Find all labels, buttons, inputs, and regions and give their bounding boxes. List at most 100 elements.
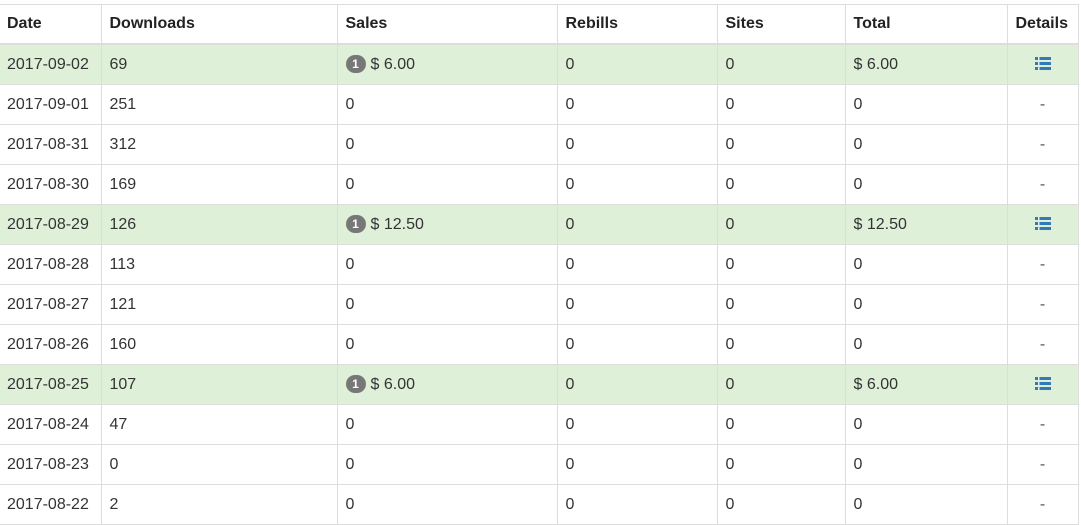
sales-value: 0 <box>345 455 355 473</box>
cell-rebills: 0 <box>556 324 718 365</box>
cell-total: $ 6.00 <box>844 43 1008 85</box>
cell-details: - <box>1006 124 1079 165</box>
table-row: 2017-08-23 0 0 0 0 0- <box>0 444 1079 485</box>
details-empty: - <box>1039 175 1046 193</box>
cell-sites: 0 <box>716 404 846 445</box>
cell-total: 0 <box>844 284 1008 325</box>
header-downloads[interactable]: Downloads <box>100 4 338 45</box>
cell-downloads: 113 <box>100 244 338 285</box>
cell-details: - <box>1006 404 1079 445</box>
cell-sales: 0 <box>336 244 558 285</box>
cell-downloads: 2 <box>100 484 338 525</box>
cell-sales: 0 <box>336 164 558 205</box>
cell-sales: 0 <box>336 404 558 445</box>
details-empty: - <box>1039 135 1046 153</box>
table-row: 2017-08-25 107 1 $ 6.00 0 0 $ 6.00 <box>0 364 1079 405</box>
cell-downloads: 0 <box>100 444 338 485</box>
sales-value: 0 <box>345 95 355 113</box>
header-date[interactable]: Date <box>0 4 102 45</box>
cell-sites: 0 <box>716 244 846 285</box>
cell-sites: 0 <box>716 484 846 525</box>
table-row: 2017-08-22 2 0 0 0 0- <box>0 484 1079 525</box>
sales-count-badge: 1 <box>345 215 366 233</box>
cell-details: - <box>1006 284 1079 325</box>
cell-rebills: 0 <box>556 404 718 445</box>
details-empty: - <box>1039 415 1046 433</box>
table-header-row: Date Downloads Sales Rebills Sites Total… <box>0 4 1079 45</box>
header-rebills[interactable]: Rebills <box>556 4 718 45</box>
cell-rebills: 0 <box>556 284 718 325</box>
cell-rebills: 0 <box>556 444 718 485</box>
header-sites[interactable]: Sites <box>716 4 846 45</box>
cell-downloads: 121 <box>100 284 338 325</box>
cell-total: 0 <box>844 124 1008 165</box>
cell-sales: 0 <box>336 324 558 365</box>
details-empty: - <box>1039 495 1046 513</box>
cell-date: 2017-08-22 <box>0 484 102 525</box>
cell-date: 2017-08-27 <box>0 284 102 325</box>
header-total[interactable]: Total <box>844 4 1008 45</box>
cell-total: 0 <box>844 404 1008 445</box>
cell-sales: 1 $ 6.00 <box>336 43 558 85</box>
cell-downloads: 107 <box>100 364 338 405</box>
cell-sales: 1 $ 6.00 <box>336 364 558 405</box>
cell-details: - <box>1006 324 1079 365</box>
cell-sites: 0 <box>716 43 846 85</box>
sales-value: $ 12.50 <box>370 216 424 233</box>
header-sales[interactable]: Sales <box>336 4 558 45</box>
cell-sales: 0 <box>336 444 558 485</box>
cell-sites: 0 <box>716 364 846 405</box>
cell-date: 2017-08-26 <box>0 324 102 365</box>
cell-details: - <box>1006 164 1079 205</box>
cell-rebills: 0 <box>556 204 718 245</box>
cell-rebills: 0 <box>556 364 718 405</box>
cell-date: 2017-08-29 <box>0 204 102 245</box>
stats-table: Date Downloads Sales Rebills Sites Total… <box>0 4 1079 525</box>
cell-total: $ 6.00 <box>844 364 1008 405</box>
list-icon[interactable] <box>1034 56 1051 73</box>
header-details: Details <box>1006 4 1079 45</box>
cell-total: $ 12.50 <box>844 204 1008 245</box>
cell-downloads: 126 <box>100 204 338 245</box>
table-row: 2017-08-28 113 0 0 0 0- <box>0 244 1079 285</box>
cell-date: 2017-08-31 <box>0 124 102 165</box>
details-empty: - <box>1039 95 1046 113</box>
cell-rebills: 0 <box>556 484 718 525</box>
cell-details <box>1006 43 1079 85</box>
cell-sites: 0 <box>716 164 846 205</box>
table-row: 2017-08-29 126 1 $ 12.50 0 0 $ 12.50 <box>0 204 1079 245</box>
cell-details: - <box>1006 444 1079 485</box>
cell-sites: 0 <box>716 204 846 245</box>
cell-total: 0 <box>844 244 1008 285</box>
sales-value: 0 <box>345 415 355 433</box>
cell-downloads: 69 <box>100 43 338 85</box>
cell-rebills: 0 <box>556 244 718 285</box>
cell-downloads: 160 <box>100 324 338 365</box>
cell-sales: 0 <box>336 484 558 525</box>
sales-value: 0 <box>345 295 355 313</box>
sales-value: 0 <box>345 255 355 273</box>
cell-sales: 1 $ 12.50 <box>336 204 558 245</box>
cell-details: - <box>1006 484 1079 525</box>
cell-date: 2017-08-28 <box>0 244 102 285</box>
table-row: 2017-08-27 121 0 0 0 0- <box>0 284 1079 325</box>
details-empty: - <box>1039 455 1046 473</box>
cell-rebills: 0 <box>556 124 718 165</box>
list-icon[interactable] <box>1034 216 1051 233</box>
sales-count-badge: 1 <box>345 55 366 73</box>
sales-value: $ 6.00 <box>370 56 415 73</box>
cell-date: 2017-08-25 <box>0 364 102 405</box>
cell-downloads: 47 <box>100 404 338 445</box>
list-icon[interactable] <box>1034 376 1051 393</box>
cell-details: - <box>1006 244 1079 285</box>
cell-date: 2017-09-01 <box>0 84 102 125</box>
cell-date: 2017-08-30 <box>0 164 102 205</box>
cell-total: 0 <box>844 324 1008 365</box>
cell-date: 2017-08-24 <box>0 404 102 445</box>
cell-sites: 0 <box>716 284 846 325</box>
cell-details <box>1006 204 1079 245</box>
sales-value: 0 <box>345 335 355 353</box>
details-empty: - <box>1039 295 1046 313</box>
cell-sales: 0 <box>336 284 558 325</box>
cell-date: 2017-08-23 <box>0 444 102 485</box>
